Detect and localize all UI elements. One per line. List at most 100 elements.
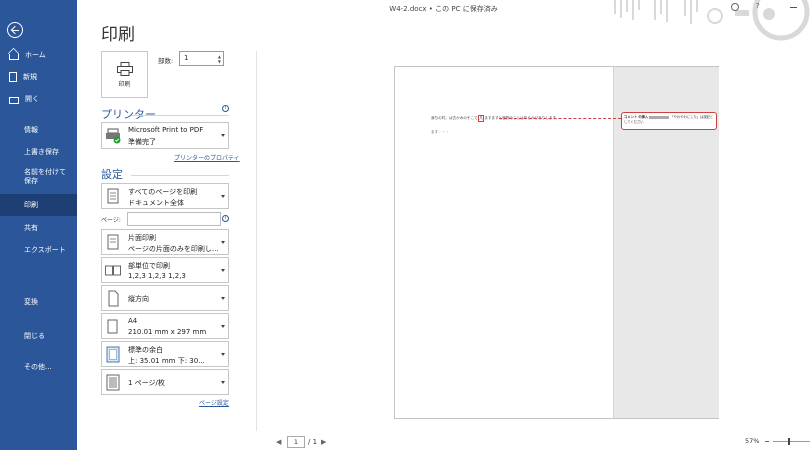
- nav-label-info: 情報: [24, 126, 38, 134]
- margins-subtitle: 上: 35.01 mm 下: 30...: [128, 357, 205, 365]
- info-icon[interactable]: i: [222, 105, 229, 112]
- backstage-nav: ホーム 新規 開く 情報 上書き保存 名前を付けて保存 印刷 共有 エクスポート…: [0, 0, 77, 450]
- chevron-down-icon: [221, 325, 225, 328]
- paper-size-subtitle: 210.01 mm x 297 mm: [128, 328, 207, 336]
- previous-page-icon[interactable]: ◀: [276, 438, 284, 446]
- comment-redacted-name: [649, 115, 670, 119]
- nav-item-save[interactable]: 上書き保存: [0, 141, 77, 163]
- printer-heading-text: プリンター: [101, 108, 156, 121]
- copies-value: 1: [184, 54, 189, 62]
- next-page-icon[interactable]: ▶: [321, 438, 329, 446]
- preview-body-line-2: ます・・・: [431, 130, 449, 134]
- zoom-out-icon[interactable]: [765, 440, 770, 442]
- help-icon[interactable]: ?: [756, 2, 760, 10]
- orientation-dropdown[interactable]: 縦方向: [101, 285, 229, 311]
- preview-text-before: 我ちの村。: [431, 116, 449, 120]
- info-icon[interactable]: i: [222, 215, 229, 222]
- paper-size-dropdown[interactable]: A4 210.01 mm x 297 mm: [101, 313, 229, 339]
- one-sided-icon: [105, 234, 121, 252]
- nav-label-share: 共有: [24, 224, 38, 232]
- chevron-down-icon: [221, 195, 225, 198]
- orientation-value: 縦方向: [128, 295, 149, 303]
- margins-dropdown[interactable]: 標準の余白 上: 35.01 mm 下: 30...: [101, 341, 229, 367]
- collate-subtitle: 1,2,3 1,2,3 1,2,3: [128, 272, 186, 280]
- preview-text-middle: は古かみのそこで: [448, 116, 478, 120]
- account-icon[interactable]: [731, 3, 739, 11]
- page-navigator: ◀ 1 / 1 ▶: [276, 436, 329, 448]
- pages-per-sheet-value: 1 ページ/枚: [128, 379, 165, 387]
- print-range-dropdown[interactable]: すべてのページを印刷 ドキュメント全体: [101, 183, 229, 209]
- printer-heading: プリンター: [101, 106, 229, 122]
- comment-balloon: コメント の挿入 「やわやわにした」は誤記としてください: [621, 112, 717, 130]
- collate-title: 部単位で印刷: [128, 262, 170, 270]
- nav-item-more[interactable]: その他...: [0, 356, 77, 378]
- margins-icon: [105, 346, 121, 364]
- chevron-down-icon: [221, 381, 225, 384]
- zoom-level[interactable]: 57%: [745, 437, 759, 445]
- printer-name: Microsoft Print to PDF: [128, 126, 204, 134]
- nav-label-more: その他...: [24, 363, 52, 371]
- nav-item-export[interactable]: エクスポート: [0, 239, 77, 261]
- nav-label-home: ホーム: [25, 51, 46, 59]
- collate-dropdown[interactable]: 部単位で印刷 1,2,3 1,2,3 1,2,3: [101, 257, 229, 283]
- nav-item-save-as[interactable]: 名前を付けて保存: [0, 166, 77, 192]
- margins-title: 標準の余白: [128, 346, 163, 354]
- page-setup-link[interactable]: ページ設定: [199, 398, 229, 407]
- print-button-label: 印刷: [118, 81, 131, 88]
- total-pages: / 1: [308, 438, 318, 446]
- pages-per-sheet-dropdown[interactable]: 1 ページ/枚: [101, 369, 229, 395]
- nav-item-share[interactable]: 共有: [0, 217, 77, 239]
- paper-size-title: A4: [128, 317, 138, 325]
- chevron-down-icon: [221, 241, 225, 244]
- chevron-down-icon: [221, 269, 225, 272]
- copies-label: 部数:: [158, 57, 174, 65]
- printer-status: 準備完了: [128, 138, 156, 146]
- comment-connector: [499, 118, 621, 119]
- print-preview-page: 我ちの村。は古かみのそこで凡ますますと植物のことは年らかびありします。 ます・・…: [394, 66, 719, 419]
- page-title: 印刷: [101, 25, 135, 45]
- copies-spinner-icon[interactable]: ▲ ▼: [218, 54, 221, 64]
- paper-size-icon: [105, 318, 121, 336]
- zoom-control: 57%: [745, 437, 810, 445]
- back-arrow-icon[interactable]: [7, 22, 23, 38]
- nav-item-close[interactable]: 閉じる: [0, 325, 77, 347]
- chevron-down-icon: [221, 134, 225, 137]
- zoom-slider-handle[interactable]: [788, 437, 791, 445]
- minimize-icon[interactable]: [790, 7, 797, 8]
- pages-icon: [105, 188, 121, 206]
- current-page-input[interactable]: 1: [287, 436, 305, 448]
- pages-input[interactable]: [127, 212, 221, 226]
- nav-label-print: 印刷: [24, 201, 38, 209]
- nav-item-transform[interactable]: 変換: [0, 291, 77, 313]
- panel-divider: [256, 51, 257, 431]
- settings-heading: 設定: [101, 166, 229, 182]
- sides-title: 片面印刷: [128, 234, 156, 242]
- nav-item-new[interactable]: 新規: [0, 66, 77, 88]
- nav-label-save: 上書き保存: [24, 148, 59, 156]
- printer-dropdown[interactable]: Microsoft Print to PDF 準備完了: [101, 122, 229, 149]
- pages-per-sheet-icon: [105, 374, 121, 392]
- chevron-down-icon: [221, 353, 225, 356]
- printer-device-icon: [105, 127, 121, 145]
- print-range-title: すべてのページを印刷: [128, 188, 198, 196]
- folder-icon: [9, 96, 19, 104]
- copies-input[interactable]: 1 ▲ ▼: [179, 51, 224, 66]
- sides-subtitle: ページの片面のみを印刷し...: [128, 245, 219, 253]
- nav-item-print[interactable]: 印刷: [0, 194, 77, 216]
- nav-label-save-as: 名前を付けて保存: [24, 168, 66, 185]
- nav-item-open[interactable]: 開く: [0, 88, 77, 110]
- printer-icon: [116, 61, 133, 76]
- decorative-banner: [595, 0, 810, 42]
- print-range-subtitle: ドキュメント全体: [128, 199, 184, 207]
- chevron-down-icon: [221, 297, 225, 300]
- nav-item-info[interactable]: 情報: [0, 119, 77, 141]
- home-icon: [9, 53, 19, 60]
- sides-dropdown[interactable]: 片面印刷 ページの片面のみを印刷し...: [101, 229, 229, 255]
- print-button[interactable]: 印刷: [101, 51, 148, 98]
- portrait-icon: [105, 290, 121, 308]
- nav-label-export: エクスポート: [24, 246, 66, 254]
- printer-properties-link[interactable]: プリンターのプロパティ: [174, 153, 240, 162]
- zoom-slider[interactable]: [773, 437, 810, 445]
- nav-label-transform: 変換: [24, 298, 38, 306]
- nav-item-home[interactable]: ホーム: [0, 44, 77, 66]
